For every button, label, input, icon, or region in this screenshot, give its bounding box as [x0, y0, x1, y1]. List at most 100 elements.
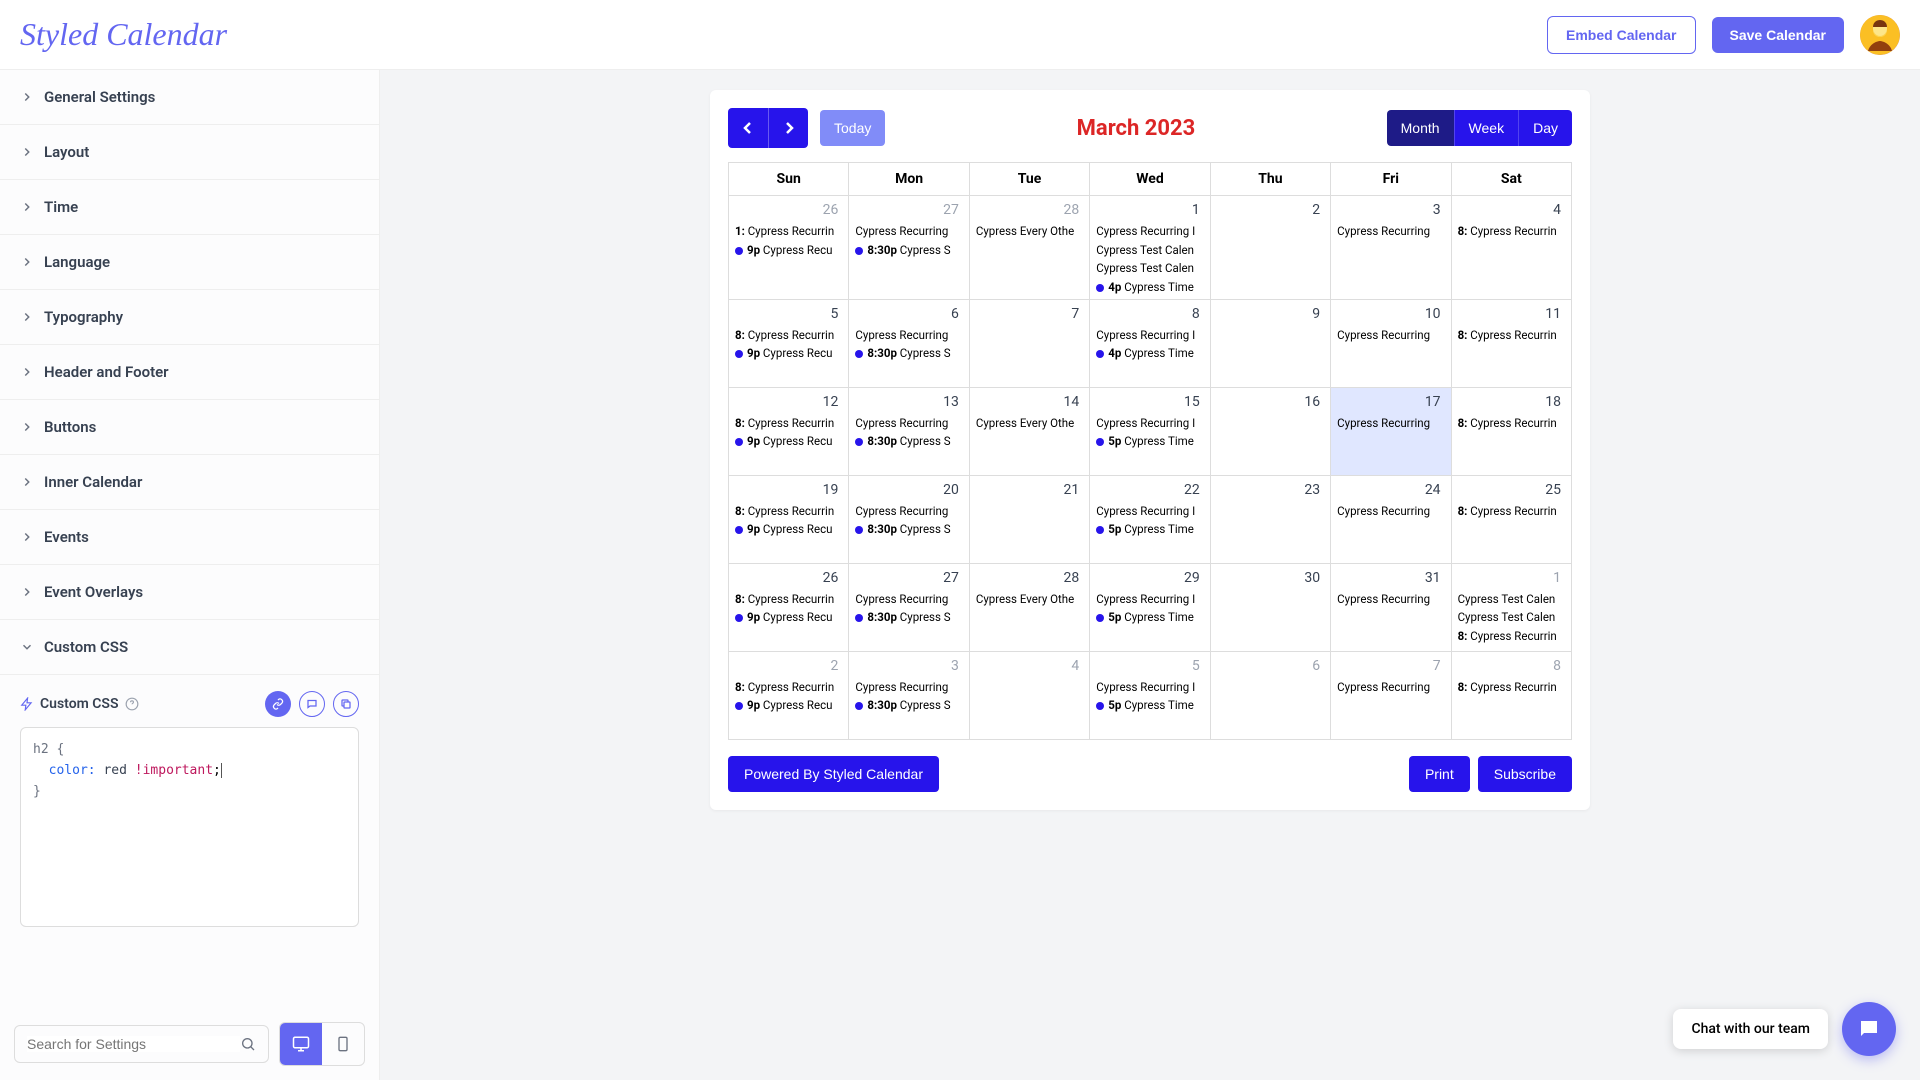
settings-search-input[interactable] — [27, 1036, 240, 1052]
calendar-event[interactable]: 1: Cypress Recurrin — [733, 222, 844, 241]
calendar-event[interactable]: 5p Cypress Time — [1094, 696, 1205, 715]
calendar-event[interactable]: Cypress Every Othe — [974, 590, 1085, 609]
calendar-event[interactable]: 8: Cypress Recurrin — [1456, 414, 1567, 433]
day-cell[interactable]: 28Cypress Every Othe — [970, 196, 1090, 300]
calendar-event[interactable]: Cypress Recurring I — [1094, 590, 1205, 609]
calendar-event[interactable]: 8:30p Cypress S — [853, 432, 964, 451]
calendar-event[interactable]: Cypress Every Othe — [974, 414, 1085, 433]
calendar-event[interactable]: Cypress Test Calen — [1094, 241, 1205, 260]
calendar-event[interactable]: Cypress Recurring — [853, 678, 964, 697]
day-cell[interactable]: 27Cypress Recurring8:30p Cypress S — [849, 196, 969, 300]
calendar-event[interactable]: 8: Cypress Recurrin — [733, 590, 844, 609]
calendar-event[interactable]: 5p Cypress Time — [1094, 520, 1205, 539]
day-cell[interactable]: 8Cypress Recurring I4p Cypress Time — [1090, 300, 1210, 388]
calendar-event[interactable]: 9p Cypress Recu — [733, 241, 844, 260]
calendar-event[interactable]: Cypress Recurring — [853, 590, 964, 609]
calendar-event[interactable]: 8:30p Cypress S — [853, 696, 964, 715]
calendar-event[interactable]: 8: Cypress Recurrin — [1456, 222, 1567, 241]
link-icon[interactable] — [265, 691, 291, 717]
calendar-event[interactable]: Cypress Recurring — [1335, 590, 1446, 609]
prev-button[interactable] — [728, 108, 768, 148]
calendar-event[interactable]: 9p Cypress Recu — [733, 696, 844, 715]
day-cell[interactable]: 22Cypress Recurring I5p Cypress Time — [1090, 476, 1210, 564]
calendar-event[interactable]: Cypress Recurring — [853, 502, 964, 521]
sidebar-item-custom-css[interactable]: Custom CSS — [0, 620, 379, 675]
day-cell[interactable]: 48: Cypress Recurrin — [1452, 196, 1572, 300]
day-cell[interactable]: 188: Cypress Recurrin — [1452, 388, 1572, 476]
calendar-event[interactable]: Cypress Recurring — [853, 222, 964, 241]
calendar-event[interactable]: 8:30p Cypress S — [853, 241, 964, 260]
sidebar-item-typography[interactable]: Typography — [0, 290, 379, 345]
calendar-event[interactable]: Cypress Recurring I — [1094, 502, 1205, 521]
user-avatar[interactable] — [1860, 15, 1900, 55]
day-cell[interactable]: 88: Cypress Recurrin — [1452, 652, 1572, 740]
day-cell[interactable]: 258: Cypress Recurrin — [1452, 476, 1572, 564]
calendar-event[interactable]: Cypress Recurring — [853, 414, 964, 433]
calendar-event[interactable]: Cypress Recurring — [1335, 502, 1446, 521]
day-cell[interactable]: 31Cypress Recurring — [1331, 564, 1451, 652]
mobile-preview-button[interactable] — [322, 1023, 364, 1065]
calendar-event[interactable]: 8: Cypress Recurrin — [733, 326, 844, 345]
calendar-event[interactable]: 8:30p Cypress S — [853, 520, 964, 539]
day-cell[interactable]: 28: Cypress Recurrin9p Cypress Recu — [729, 652, 849, 740]
day-cell[interactable]: 14Cypress Every Othe — [970, 388, 1090, 476]
calendar-event[interactable]: Cypress Recurring — [1335, 222, 1446, 241]
sidebar-item-inner-calendar[interactable]: Inner Calendar — [0, 455, 379, 510]
day-cell[interactable]: 7Cypress Recurring — [1331, 652, 1451, 740]
day-cell[interactable]: 20Cypress Recurring8:30p Cypress S — [849, 476, 969, 564]
calendar-event[interactable]: Cypress Recurring I — [1094, 678, 1205, 697]
calendar-event[interactable]: 9p Cypress Recu — [733, 520, 844, 539]
calendar-event[interactable]: Cypress Every Othe — [974, 222, 1085, 241]
calendar-event[interactable]: Cypress Recurring — [1335, 326, 1446, 345]
view-day-button[interactable]: Day — [1518, 110, 1572, 146]
day-cell[interactable]: 30 — [1211, 564, 1331, 652]
calendar-event[interactable]: 5p Cypress Time — [1094, 432, 1205, 451]
calendar-event[interactable]: Cypress Recurring I — [1094, 414, 1205, 433]
sidebar-item-header-and-footer[interactable]: Header and Footer — [0, 345, 379, 400]
calendar-event[interactable]: 8:30p Cypress S — [853, 344, 964, 363]
sidebar-item-layout[interactable]: Layout — [0, 125, 379, 180]
day-cell[interactable]: 198: Cypress Recurrin9p Cypress Recu — [729, 476, 849, 564]
calendar-event[interactable]: 8: Cypress Recurrin — [733, 414, 844, 433]
custom-css-editor[interactable]: h2 { color: red !important; } — [20, 727, 359, 927]
day-cell[interactable]: 2 — [1211, 196, 1331, 300]
calendar-event[interactable]: 8: Cypress Recurrin — [1456, 627, 1567, 646]
calendar-event[interactable]: 8: Cypress Recurrin — [733, 502, 844, 521]
next-button[interactable] — [768, 108, 808, 148]
embed-calendar-button[interactable]: Embed Calendar — [1547, 16, 1695, 54]
sidebar-item-event-overlays[interactable]: Event Overlays — [0, 565, 379, 620]
calendar-event[interactable]: 9p Cypress Recu — [733, 344, 844, 363]
sidebar-item-general-settings[interactable]: General Settings — [0, 70, 379, 125]
day-cell[interactable]: 118: Cypress Recurrin — [1452, 300, 1572, 388]
calendar-event[interactable]: Cypress Test Calen — [1456, 590, 1567, 609]
day-cell[interactable]: 5Cypress Recurring I5p Cypress Time — [1090, 652, 1210, 740]
calendar-event[interactable]: 8:30p Cypress S — [853, 608, 964, 627]
copy-icon[interactable] — [333, 691, 359, 717]
day-cell[interactable]: 7 — [970, 300, 1090, 388]
calendar-event[interactable]: 4p Cypress Time — [1094, 344, 1205, 363]
day-cell[interactable]: 3Cypress Recurring8:30p Cypress S — [849, 652, 969, 740]
help-icon[interactable] — [125, 697, 139, 711]
calendar-event[interactable]: 8: Cypress Recurrin — [733, 678, 844, 697]
chat-fab-button[interactable] — [1842, 1002, 1896, 1056]
calendar-event[interactable]: Cypress Recurring — [1335, 414, 1446, 433]
day-cell[interactable]: 6Cypress Recurring8:30p Cypress S — [849, 300, 969, 388]
calendar-event[interactable]: 9p Cypress Recu — [733, 432, 844, 451]
calendar-event[interactable]: Cypress Test Calen — [1094, 259, 1205, 278]
day-cell[interactable]: 1Cypress Recurring ICypress Test CalenCy… — [1090, 196, 1210, 300]
day-cell[interactable]: 4 — [970, 652, 1090, 740]
day-cell[interactable]: 13Cypress Recurring8:30p Cypress S — [849, 388, 969, 476]
calendar-event[interactable]: 8: Cypress Recurrin — [1456, 326, 1567, 345]
calendar-event[interactable]: Cypress Test Calen — [1456, 608, 1567, 627]
powered-by-button[interactable]: Powered By Styled Calendar — [728, 756, 939, 792]
calendar-event[interactable]: 8: Cypress Recurrin — [1456, 678, 1567, 697]
comment-icon[interactable] — [299, 691, 325, 717]
day-cell[interactable]: 21 — [970, 476, 1090, 564]
chat-prompt-text[interactable]: Chat with our team — [1673, 1009, 1828, 1049]
day-cell[interactable]: 9 — [1211, 300, 1331, 388]
sidebar-item-events[interactable]: Events — [0, 510, 379, 565]
print-button[interactable]: Print — [1409, 756, 1470, 792]
subscribe-button[interactable]: Subscribe — [1478, 756, 1572, 792]
day-cell[interactable]: 128: Cypress Recurrin9p Cypress Recu — [729, 388, 849, 476]
view-month-button[interactable]: Month — [1387, 110, 1454, 146]
